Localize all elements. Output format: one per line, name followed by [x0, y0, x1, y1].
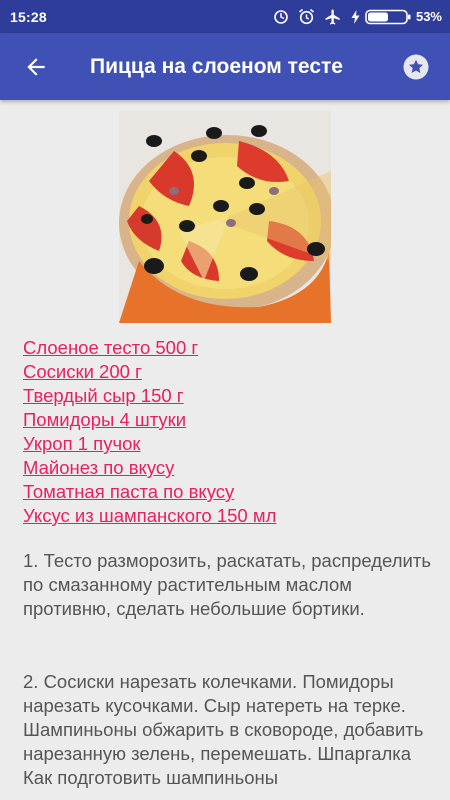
ingredient-link[interactable]: Слоеное тесто 500 г	[23, 336, 433, 360]
page-title: Пицца на слоеном тесте	[90, 54, 343, 78]
ingredient-link[interactable]: Сосиски 200 г	[23, 360, 433, 384]
star-icon	[403, 54, 429, 80]
ingredient-link[interactable]: Твердый сыр 150 г	[23, 384, 433, 408]
airplane-mode-icon	[325, 9, 340, 24]
alarm-icon	[298, 8, 314, 25]
status-icons: 53%	[273, 8, 442, 26]
recipe-content[interactable]: Слоеное тесто 500 г Сосиски 200 г Тверды…	[0, 100, 450, 800]
back-button[interactable]	[8, 39, 64, 95]
ingredient-link[interactable]: Майонез по вкусу	[23, 456, 433, 480]
status-time: 15:28	[10, 8, 47, 25]
ingredients-list: Слоеное тесто 500 г Сосиски 200 г Тверды…	[23, 336, 433, 528]
charging-icon	[351, 9, 360, 24]
status-bar: 15:28 53%	[0, 0, 450, 33]
sync-icon	[274, 9, 288, 24]
favorite-button[interactable]	[402, 53, 430, 81]
recipe-step: 2. Сосиски нарезать колечками. Помидоры …	[23, 671, 424, 788]
ingredient-link[interactable]: Помидоры 4 штуки	[23, 408, 433, 432]
app-bar: Пицца на слоеном тесте	[0, 33, 450, 100]
recipe-step: 1. Тесто разморозить, раскатать, распред…	[23, 550, 431, 619]
battery-percent: 53%	[415, 9, 442, 24]
battery-icon	[365, 9, 411, 24]
recipe-image	[119, 111, 331, 323]
ingredient-link[interactable]: Уксус из шампанского 150 мл	[23, 504, 433, 528]
battery-indicator: 53%	[351, 9, 442, 25]
arrow-back-icon	[27, 57, 45, 76]
ingredient-link[interactable]: Укроп 1 пучок	[23, 432, 433, 456]
ingredient-link[interactable]: Томатная паста по вкусу	[23, 480, 433, 504]
pizza-photo	[119, 111, 331, 323]
